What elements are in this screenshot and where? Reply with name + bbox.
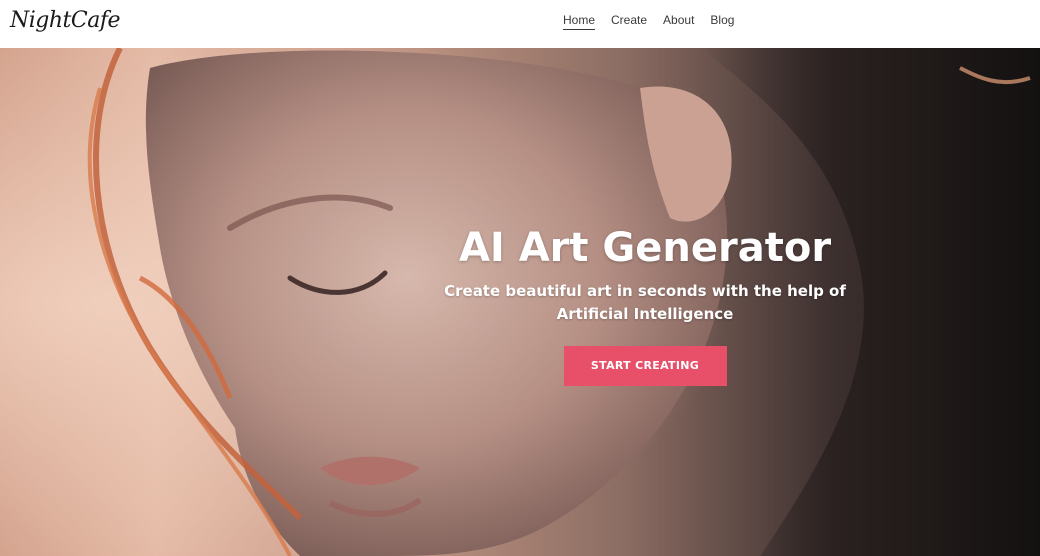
top-navigation-bar: NightCafe Home Create About Blog bbox=[0, 0, 1040, 48]
hero-section: AI Art Generator Create beautiful art in… bbox=[0, 48, 1040, 556]
nav-link-blog[interactable]: Blog bbox=[710, 13, 734, 30]
start-creating-button[interactable]: START CREATING bbox=[563, 346, 727, 386]
nav-link-about[interactable]: About bbox=[663, 13, 694, 30]
nav-link-home[interactable]: Home bbox=[563, 13, 596, 30]
nav-link-create[interactable]: Create bbox=[611, 13, 647, 30]
hero-subtitle: Create beautiful art in seconds with the… bbox=[444, 282, 846, 323]
main-nav: Home Create About Blog bbox=[563, 13, 734, 30]
hero-title: AI Art Generator bbox=[458, 225, 832, 271]
hero-content: AI Art Generator Create beautiful art in… bbox=[432, 224, 858, 386]
nightcafe-logo[interactable]: NightCafe bbox=[10, 8, 121, 33]
